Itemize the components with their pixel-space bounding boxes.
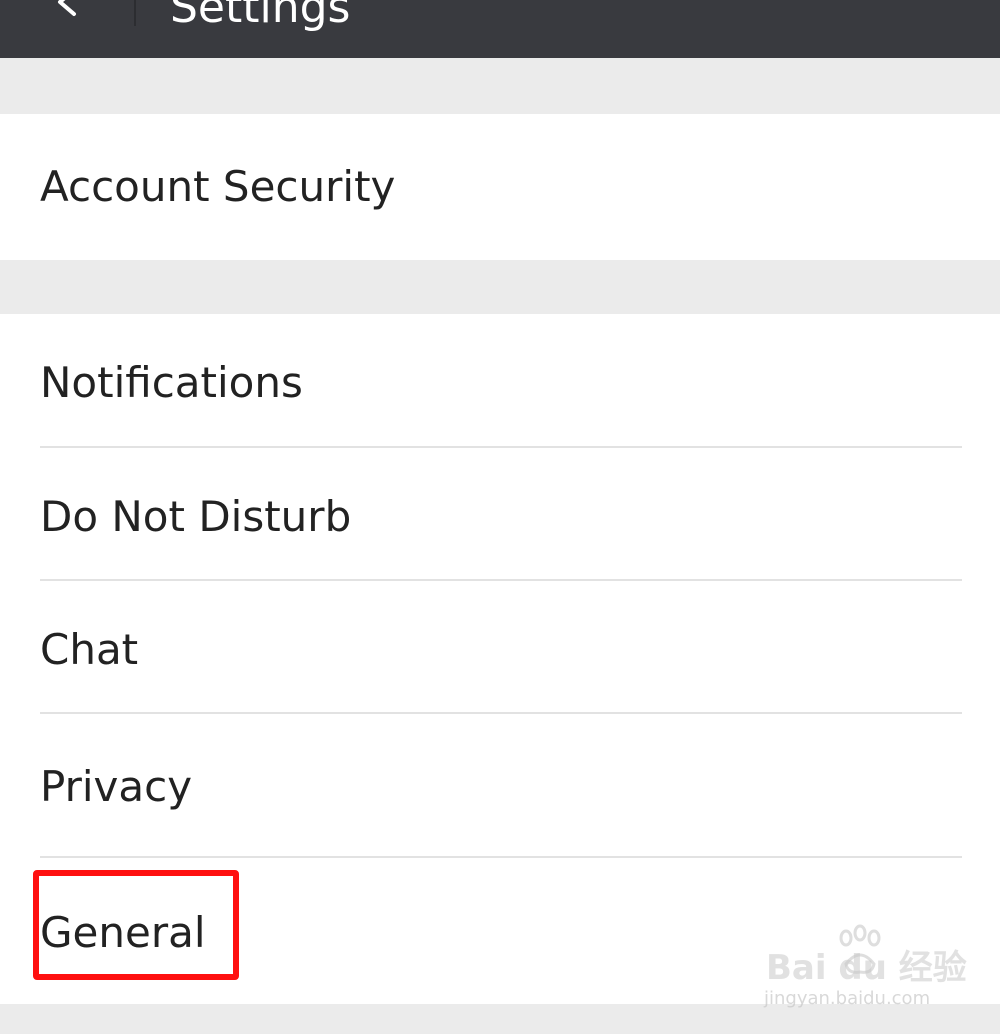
settings-item-label: General — [40, 908, 206, 957]
settings-item-label: Account Security — [40, 162, 396, 211]
settings-group-main: Notifications Do Not Disturb Chat Privac… — [0, 314, 1000, 1004]
settings-item-label: Chat — [40, 625, 139, 674]
topbar-divider — [134, 0, 136, 26]
top-bar: Settings — [0, 0, 1000, 58]
settings-item-label: Do Not Disturb — [40, 492, 352, 541]
settings-item-general[interactable]: General — [0, 858, 1000, 1004]
settings-item-do-not-disturb[interactable]: Do Not Disturb — [0, 448, 1000, 580]
page-title: Settings — [170, 0, 351, 33]
settings-group-account: Account Security — [0, 114, 1000, 260]
section-gap — [0, 260, 1000, 314]
settings-item-privacy[interactable]: Privacy — [0, 714, 1000, 856]
settings-item-chat[interactable]: Chat — [0, 581, 1000, 713]
back-arrow-icon[interactable] — [48, 0, 88, 22]
section-gap — [0, 58, 1000, 114]
settings-item-label: Notifications — [40, 358, 303, 407]
settings-item-notifications[interactable]: Notifications — [0, 314, 1000, 448]
settings-item-label: Privacy — [40, 762, 193, 811]
settings-item-account-security[interactable]: Account Security — [0, 114, 1000, 260]
bottom-gap — [0, 1004, 1000, 1034]
